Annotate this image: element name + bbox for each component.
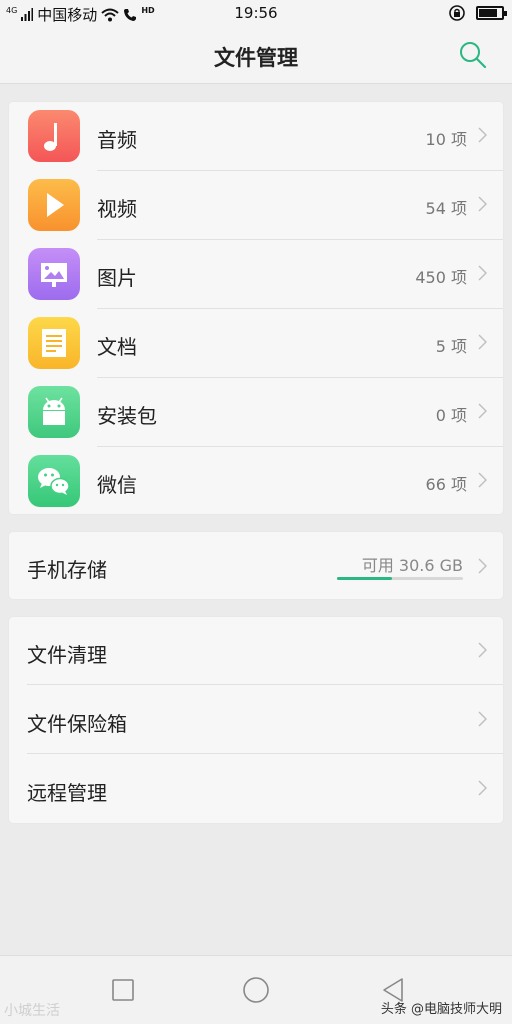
rotation-lock-icon [449,5,465,21]
android-icon [28,386,80,438]
status-time: 19:56 [234,4,278,22]
recent-apps-button[interactable] [109,976,137,1004]
chevron-right-icon [478,196,487,212]
divider [27,753,503,754]
chevron-right-icon [478,265,487,281]
battery-icon [476,6,507,20]
play-icon [28,179,80,231]
tool-label: 文件清理 [27,643,107,667]
image-icon [28,248,80,300]
circle-icon [243,977,269,1003]
tool-label: 远程管理 [27,781,107,805]
remote-management-row[interactable]: 远程管理 [9,755,503,823]
category-apk[interactable]: 安装包 0 项 [9,378,503,447]
page-title: 文件管理 [214,46,298,70]
category-label: 微信 [97,473,137,497]
document-icon [28,317,80,369]
chevron-right-icon [478,642,487,658]
category-label: 音频 [97,128,137,152]
tools-card: 文件清理 文件保险箱 远程管理 [9,617,503,823]
category-image[interactable]: 图片 450 项 [9,240,503,309]
wechat-icon [28,455,80,507]
category-video[interactable]: 视频 54 项 [9,171,503,240]
chevron-right-icon [478,780,487,796]
music-note-icon [28,110,80,162]
category-count: 5 项 [435,337,467,356]
search-button[interactable] [458,40,488,70]
category-count: 54 项 [425,199,467,218]
category-count: 66 项 [425,475,467,494]
file-cleanup-row[interactable]: 文件清理 [9,617,503,685]
chevron-right-icon [478,403,487,419]
phone-storage-row[interactable]: 手机存储 可用 30.6 GB [9,532,503,599]
search-icon [460,42,487,69]
chevron-right-icon [478,558,487,574]
chevron-right-icon [478,334,487,350]
category-document[interactable]: 文档 5 项 [9,309,503,378]
category-audio[interactable]: 音频 10 项 [9,102,503,171]
category-card: 音频 10 项 视频 54 项 图片 450 项 文档 5 项 安装包 0 项 … [9,102,503,514]
tool-label: 文件保险箱 [27,712,127,736]
square-icon [112,979,134,1001]
chevron-right-icon [478,472,487,488]
storage-progress-bar [337,577,463,580]
category-count: 0 项 [435,406,467,425]
category-count: 10 项 [425,130,467,149]
chevron-right-icon [478,711,487,727]
category-label: 图片 [97,266,137,290]
storage-available: 可用 30.6 GB [361,556,463,575]
category-label: 文档 [97,335,137,359]
category-label: 安装包 [97,404,157,428]
status-right [448,4,507,22]
storage-label: 手机存储 [27,558,107,582]
watermark-right: 头条 @电脑技师大明 [380,1002,502,1017]
title-bar: 文件管理 [0,28,512,84]
category-wechat[interactable]: 微信 66 项 [9,447,503,516]
chevron-right-icon [478,127,487,143]
category-label: 视频 [97,197,137,221]
watermark-left: 小城生活 [4,1003,60,1019]
home-button[interactable] [242,976,270,1004]
divider [27,684,503,685]
status-bar: 4G 中国移动 HD 19:56 [0,0,512,28]
file-safe-row[interactable]: 文件保险箱 [9,686,503,754]
category-count: 450 项 [415,268,467,287]
storage-progress-fill [337,577,393,580]
